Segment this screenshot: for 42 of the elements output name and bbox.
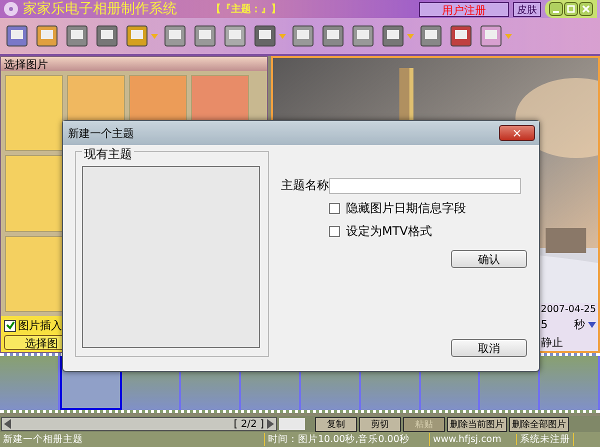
theme-list[interactable] bbox=[82, 166, 260, 348]
maximize-icon[interactable] bbox=[564, 2, 578, 16]
action-button[interactable]: 剪切 bbox=[359, 416, 401, 432]
skin-button[interactable]: 皮肤 bbox=[513, 2, 541, 16]
checkbox[interactable] bbox=[329, 226, 340, 237]
status-text: 新建一个相册主题 bbox=[0, 433, 265, 446]
dialog-title: 新建一个主题 bbox=[68, 126, 134, 140]
panel-title: 选择图片 bbox=[1, 57, 267, 71]
insert-checkbox[interactable]: 图片插入 bbox=[4, 318, 264, 333]
blank-field bbox=[279, 418, 305, 430]
confirm-button[interactable]: 确认 bbox=[451, 250, 527, 268]
theme-label: 【『主题：』】 bbox=[211, 2, 281, 16]
close-icon[interactable] bbox=[579, 2, 593, 16]
close-button[interactable]: × bbox=[499, 125, 535, 141]
dropdown-icon[interactable] bbox=[588, 322, 596, 328]
status-text: 系统未注册 bbox=[517, 433, 574, 446]
date-text: 2007-04-25 bbox=[540, 304, 596, 316]
input-field[interactable] bbox=[329, 178, 521, 194]
unit-text: 秒 bbox=[574, 317, 585, 332]
cancel-button[interactable]: 取消 bbox=[451, 339, 527, 357]
action-button[interactable]: 复制 bbox=[315, 416, 357, 432]
action-button[interactable]: 删除当前图片 bbox=[447, 416, 507, 432]
option-checkbox[interactable]: 隐藏图片日期信息字段 bbox=[329, 200, 527, 217]
check-icon bbox=[6, 321, 14, 330]
checkbox[interactable] bbox=[329, 203, 340, 214]
checkbox-label: 隐藏图片日期信息字段 bbox=[346, 200, 466, 217]
right-arrow-icon[interactable] bbox=[266, 419, 274, 429]
checkbox-label: 图片插入 bbox=[18, 318, 62, 333]
option-checkbox[interactable]: 设定为MTV格式 bbox=[329, 223, 527, 240]
effect-text: 静止 bbox=[540, 334, 563, 350]
page-indicator: [ 2/2 ] bbox=[234, 418, 264, 430]
status-text: 时间：图片10.00秒,音乐0.00秒 bbox=[265, 433, 430, 446]
window-title: 家家乐电子相册制作系统 bbox=[23, 0, 177, 18]
left-arrow-icon[interactable] bbox=[4, 419, 12, 429]
action-button[interactable]: 删除全部图片 bbox=[509, 416, 569, 432]
duration-text: 5 bbox=[540, 318, 548, 332]
minimize-icon[interactable] bbox=[549, 2, 563, 16]
checkbox-label: 设定为MTV格式 bbox=[346, 223, 432, 240]
field-label: 主题名称 bbox=[281, 177, 329, 194]
status-text: www.hfjsj.com bbox=[430, 434, 517, 445]
checkbox[interactable] bbox=[4, 320, 16, 332]
scroll-bar[interactable]: [ 2/2 ] bbox=[1, 417, 277, 431]
